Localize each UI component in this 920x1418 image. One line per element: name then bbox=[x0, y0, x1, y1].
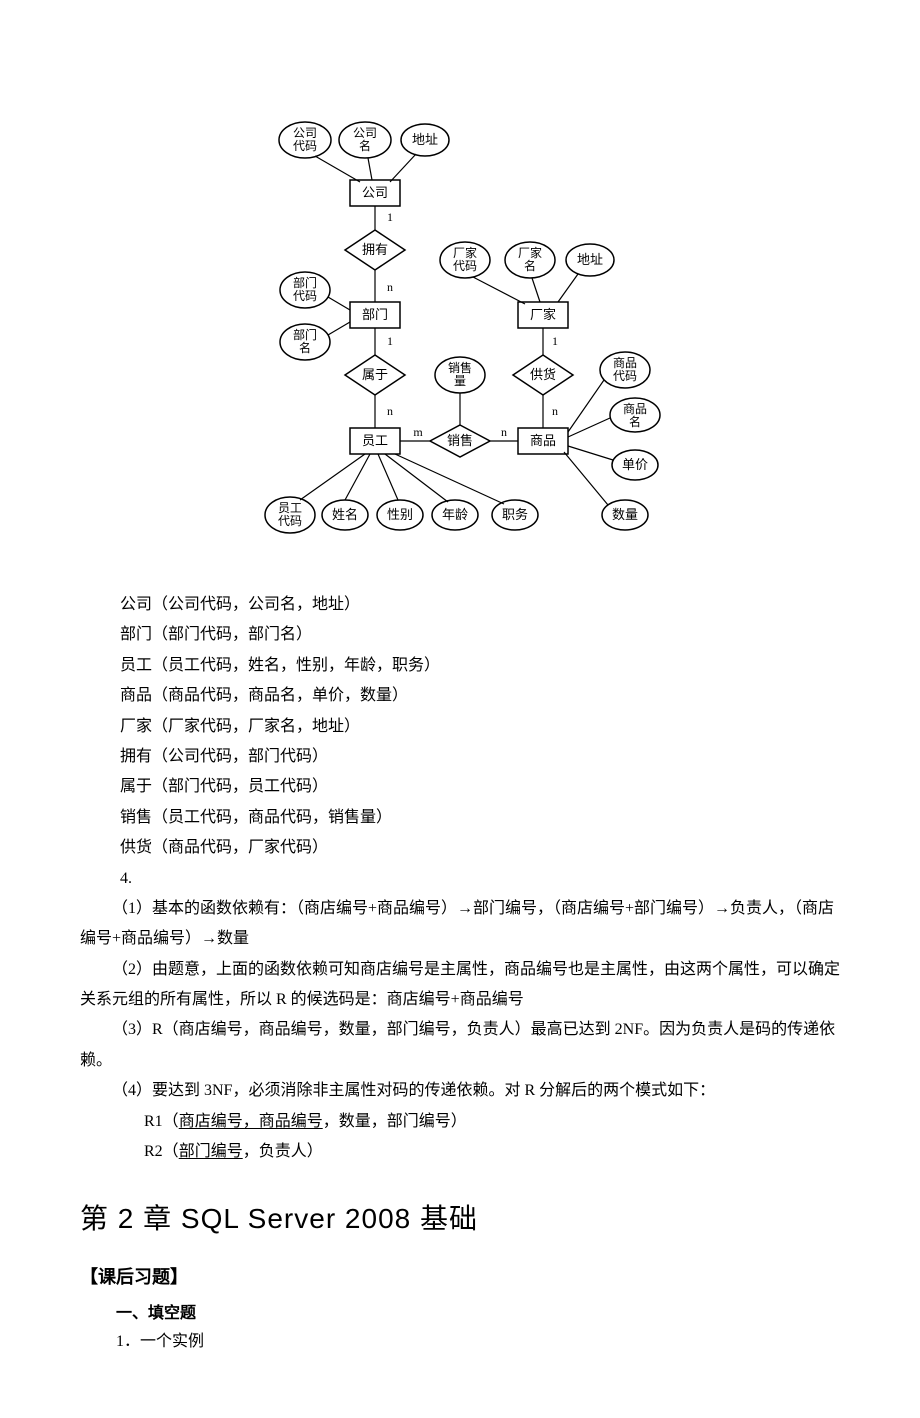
er-diagram: 公司 代码 公司 名 地址 公司 1 拥有 n 部门 bbox=[80, 100, 840, 590]
rel-has: 拥有 bbox=[362, 242, 388, 257]
attr-factory-code-2: 代码 bbox=[453, 259, 477, 273]
card-dept-1: 1 bbox=[387, 334, 393, 348]
answer-r1: R1（商店编号，商品编号，数量，部门编号） bbox=[80, 1107, 840, 1137]
attr-quantity: 数量 bbox=[612, 507, 638, 522]
schema-product: 商品（商品代码，商品名，单价，数量） bbox=[120, 681, 840, 711]
attr-product-name-1: 商品 bbox=[623, 401, 647, 416]
card-emp-n: n bbox=[387, 404, 393, 418]
schema-company: 公司（公司代码，公司名，地址） bbox=[120, 590, 840, 620]
attr-company-name-2: 名 bbox=[359, 138, 371, 153]
schema-employee: 员工（员工代码，姓名，性别，年龄，职务） bbox=[120, 651, 840, 681]
chapter-title: 第 2 章 SQL Server 2008 基础 bbox=[80, 1197, 840, 1237]
card-sells-m: m bbox=[413, 425, 423, 439]
attr-unit-price: 单价 bbox=[622, 457, 648, 472]
entity-product: 商品 bbox=[530, 433, 556, 448]
attr-dept-name-1: 部门 bbox=[293, 327, 317, 342]
attr-factory-code-1: 厂家 bbox=[453, 245, 477, 260]
attr-dept-code-1: 部门 bbox=[293, 275, 317, 290]
attr-emp-name: 姓名 bbox=[332, 507, 358, 522]
attr-emp-code-1: 员工 bbox=[278, 501, 302, 515]
rel-belongs: 属于 bbox=[362, 367, 388, 382]
relation-schema-list: 公司（公司代码，公司名，地址） 部门（部门代码，部门名） 员工（员工代码，姓名，… bbox=[120, 590, 840, 894]
r1-key: 商店编号，商品编号 bbox=[179, 1113, 323, 1130]
attr-emp-code-2: 代码 bbox=[278, 514, 302, 528]
rel-sells: 销售 bbox=[447, 433, 473, 448]
card-company-1: 1 bbox=[387, 210, 393, 224]
schema-supplies: 供货（商品代码，厂家代码） bbox=[120, 833, 840, 863]
schema-belongs: 属于（部门代码，员工代码） bbox=[120, 772, 840, 802]
attr-factory-addr: 地址 bbox=[577, 252, 603, 267]
card-dept-n-top: n bbox=[387, 280, 393, 294]
answer-3: （3）R（商店编号，商品编号，数量，部门编号，负责人）最高已达到 2NF。因为负… bbox=[80, 1015, 840, 1076]
attr-dept-name-2: 名 bbox=[299, 340, 311, 355]
section-heading: 【课后习题】 bbox=[80, 1263, 840, 1289]
card-factory-1: 1 bbox=[552, 334, 558, 348]
schema-sells: 销售（员工代码，商品代码，销售量） bbox=[120, 803, 840, 833]
answer-4: （4）要达到 3NF，必须消除非主属性对码的传递依赖。对 R 分解后的两个模式如… bbox=[80, 1076, 840, 1106]
attr-company-addr: 地址 bbox=[412, 132, 438, 147]
schema-factory: 厂家（厂家代码，厂家名，地址） bbox=[120, 712, 840, 742]
r2-key: 部门编号 bbox=[179, 1143, 243, 1160]
question-1: 1．一个实例 bbox=[116, 1327, 840, 1357]
attr-product-name-2: 名 bbox=[629, 414, 641, 429]
attr-sales-2: 量 bbox=[454, 374, 466, 388]
answer-2: （2）由题意，上面的函数依赖可知商店编号是主属性，商品编号也是主属性，由这两个属… bbox=[80, 955, 840, 1016]
r2-prefix: R2（ bbox=[144, 1143, 179, 1160]
rel-supplies: 供货 bbox=[530, 367, 556, 382]
card-product-n-top: n bbox=[552, 404, 558, 418]
r1-prefix: R1（ bbox=[144, 1113, 179, 1130]
entity-department: 部门 bbox=[362, 307, 388, 322]
schema-department: 部门（部门代码，部门名） bbox=[120, 620, 840, 650]
attr-emp-gender: 性别 bbox=[387, 507, 413, 522]
fill-blank-heading: 一、填空题 bbox=[116, 1299, 840, 1323]
entity-company: 公司 bbox=[362, 185, 388, 200]
attr-company-name-1: 公司 bbox=[353, 126, 377, 140]
attr-product-code-1: 商品 bbox=[613, 355, 637, 370]
attr-factory-name-2: 名 bbox=[524, 258, 536, 273]
entity-factory: 厂家 bbox=[530, 307, 556, 322]
r2-suffix: ，负责人） bbox=[243, 1143, 323, 1160]
answer-r2: R2（部门编号，负责人） bbox=[80, 1137, 840, 1167]
entity-employee: 员工 bbox=[362, 433, 388, 448]
question-4-label: 4. bbox=[120, 864, 840, 894]
answer-1: （1）基本的函数依赖有：（商店编号+商品编号）→部门编号，（商店编号+部门编号）… bbox=[80, 894, 840, 955]
schema-has: 拥有（公司代码，部门代码） bbox=[120, 742, 840, 772]
attr-factory-name-1: 厂家 bbox=[518, 245, 542, 260]
attr-sales-1: 销售 bbox=[448, 360, 472, 375]
attr-company-code-2: 代码 bbox=[293, 139, 317, 153]
attr-emp-age: 年龄 bbox=[442, 507, 468, 522]
card-sells-n: n bbox=[501, 425, 507, 439]
attr-company-code-1: 公司 bbox=[293, 126, 317, 140]
attr-emp-title: 职务 bbox=[502, 507, 528, 522]
attr-dept-code-2: 代码 bbox=[293, 289, 317, 303]
r1-suffix: ，数量，部门编号） bbox=[323, 1113, 467, 1130]
attr-product-code-2: 代码 bbox=[613, 369, 637, 383]
